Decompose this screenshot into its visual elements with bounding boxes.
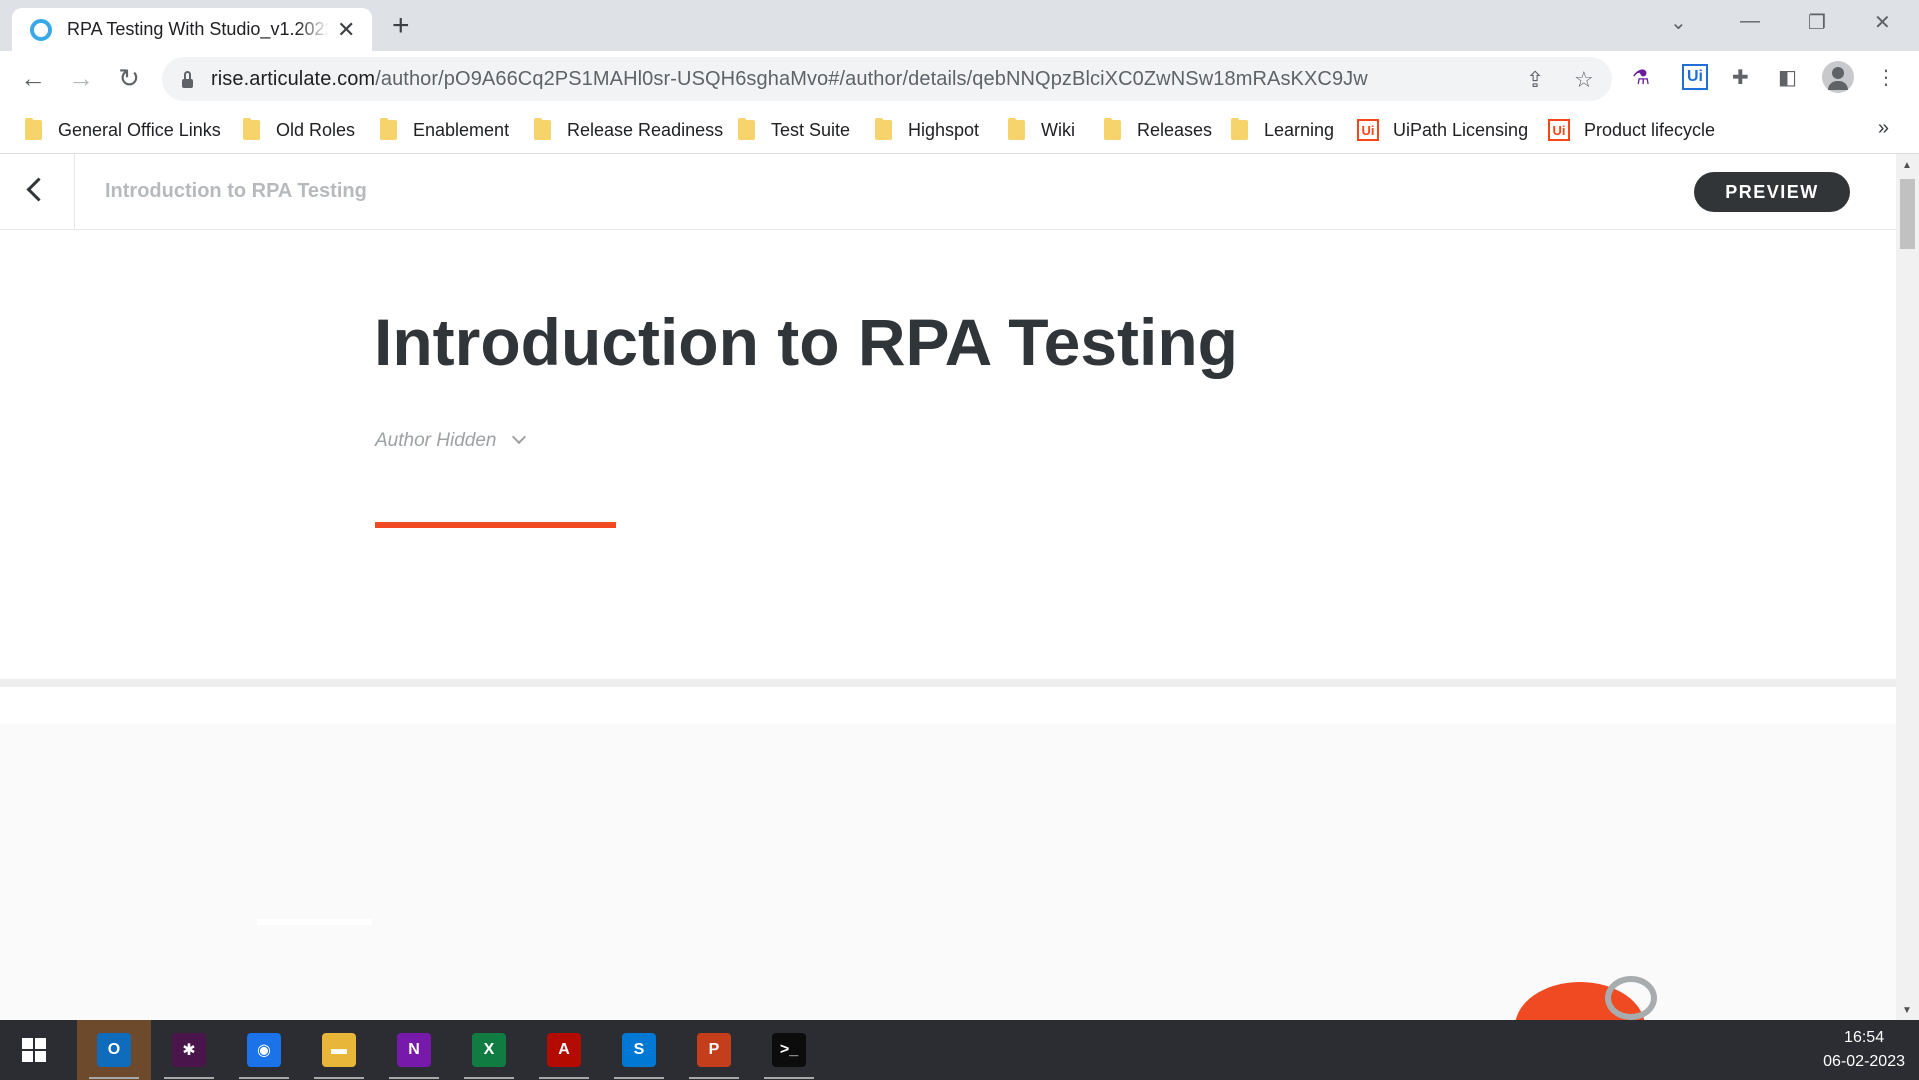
share-icon[interactable]: ⇪ [1526, 67, 1544, 93]
reload-button[interactable]: ↻ [112, 62, 146, 94]
illustration-ring [1605, 976, 1657, 1020]
taskbar-app-slack[interactable]: ✱ [152, 1020, 226, 1080]
bookmark-highspot[interactable]: Highspot [875, 107, 979, 153]
bookmark-old-roles[interactable]: Old Roles [243, 107, 355, 153]
chrome-icon: ◉ [247, 1033, 281, 1067]
chevron-down-icon [512, 429, 527, 445]
bookmark-release-readiness[interactable]: Release Readiness [534, 107, 723, 153]
bookmark-test-suite[interactable]: Test Suite [738, 107, 850, 153]
system-clock[interactable]: 16:54 06-02-2023 [1823, 1026, 1905, 1074]
taskbar-app-excel[interactable]: X [452, 1020, 526, 1080]
minimize-button[interactable]: — [1740, 10, 1760, 33]
rise-author-page: Introduction to RPA Testing PREVIEW Intr… [0, 154, 1896, 1020]
author-label: Author Hidden [375, 430, 497, 451]
scroll-thumb[interactable] [1900, 179, 1915, 249]
powerpoint-icon: P [697, 1033, 731, 1067]
browser-tab-strip: RPA Testing With Studio_v1.2022.1 ✕ + ⌄ … [0, 0, 1919, 51]
terminal-icon: >_ [772, 1033, 806, 1067]
bookmark-general-office-links[interactable]: General Office Links [25, 107, 221, 153]
forward-button[interactable]: → [64, 62, 98, 94]
uipath-icon: Ui [1357, 119, 1379, 141]
browser-menu-icon[interactable]: ⋮ [1876, 62, 1896, 92]
bookmark-star-icon[interactable]: ☆ [1574, 67, 1594, 93]
uipath-extension-icon[interactable]: Ui [1682, 62, 1708, 92]
folder-icon [738, 118, 755, 140]
taskbar-app-terminal[interactable]: >_ [752, 1020, 826, 1080]
chevron-left-icon [26, 177, 51, 202]
acrobat-icon: A [547, 1033, 581, 1067]
skype-icon: S [622, 1033, 656, 1067]
author-dropdown[interactable]: Author Hidden [375, 429, 527, 452]
uipath-icon: Ui [1548, 119, 1570, 141]
browser-tab[interactable]: RPA Testing With Studio_v1.2022.1 ✕ [12, 8, 372, 51]
extensions-puzzle-icon[interactable]: ✚ [1732, 62, 1749, 92]
block-decoration-line [257, 919, 372, 925]
side-panel-icon[interactable]: ◧ [1778, 62, 1797, 92]
folder-icon [875, 118, 892, 140]
bookmark-product-lifecycle[interactable]: Ui Product lifecycle [1548, 107, 1715, 153]
browser-toolbar: ← → ↻ rise.articulate.com/author/pO9A66C… [0, 51, 1919, 107]
bookmark-learning[interactable]: Learning [1231, 107, 1334, 153]
tab-search-chevron-icon[interactable]: ⌄ [1670, 10, 1687, 35]
windows-taskbar: O ✱ ◉ ▬ N X A S P >_ 16:54 06-02-2023 [0, 1020, 1919, 1080]
section-divider [0, 679, 1896, 687]
content-block [0, 724, 1896, 1020]
taskbar-app-chrome[interactable]: ◉ [227, 1020, 301, 1080]
folder-icon [380, 118, 397, 140]
close-tab-icon[interactable]: ✕ [337, 17, 355, 43]
folder-icon [25, 118, 42, 140]
back-to-outline-button[interactable] [0, 154, 75, 229]
folder-icon [534, 118, 551, 140]
outlook-icon: O [97, 1033, 131, 1067]
taskbar-app-acrobat[interactable]: A [527, 1020, 601, 1080]
close-window-button[interactable]: ✕ [1874, 10, 1891, 35]
taskbar-app-skype[interactable]: S [602, 1020, 676, 1080]
title-accent-bar [375, 522, 616, 528]
bookmark-uipath-licensing[interactable]: Ui UiPath Licensing [1357, 107, 1528, 153]
taskbar-app-outlook[interactable]: O [77, 1020, 151, 1080]
folder-icon [1104, 118, 1121, 140]
rise-favicon-icon [30, 18, 52, 41]
bookmark-enablement[interactable]: Enablement [380, 107, 509, 153]
bookmark-wiki[interactable]: Wiki [1008, 107, 1075, 153]
address-bar[interactable]: rise.articulate.com/author/pO9A66Cq2PS1M… [162, 57, 1612, 101]
taskbar-app-onenote[interactable]: N [377, 1020, 451, 1080]
scroll-down-arrow-icon[interactable]: ▼ [1902, 1005, 1912, 1016]
clock-time: 16:54 [1844, 1029, 1885, 1046]
windows-start-button[interactable] [22, 1038, 46, 1062]
excel-icon: X [472, 1033, 506, 1067]
lock-icon[interactable] [182, 70, 193, 88]
rise-header: Introduction to RPA Testing PREVIEW [0, 154, 1896, 230]
url-text[interactable]: rise.articulate.com/author/pO9A66Cq2PS1M… [211, 68, 1368, 91]
labs-flask-icon[interactable]: ⚗ [1632, 62, 1650, 92]
onenote-icon: N [397, 1033, 431, 1067]
new-tab-button[interactable]: + [392, 11, 410, 41]
header-course-name: Introduction to RPA Testing [105, 180, 367, 202]
file-explorer-icon: ▬ [322, 1033, 356, 1067]
tab-title: RPA Testing With Studio_v1.2022.1 [67, 19, 329, 39]
back-button[interactable]: ← [16, 62, 50, 94]
profile-avatar[interactable] [1822, 61, 1854, 93]
clock-date: 06-02-2023 [1823, 1053, 1905, 1070]
bookmarks-overflow-button[interactable]: » [1878, 117, 1889, 140]
folder-icon [1231, 118, 1248, 140]
lesson-title[interactable]: Introduction to RPA Testing [374, 304, 1238, 380]
bookmarks-bar: General Office Links Old Roles Enablemen… [0, 107, 1919, 154]
bookmark-releases[interactable]: Releases [1104, 107, 1212, 153]
slack-icon: ✱ [172, 1033, 206, 1067]
taskbar-app-powerpoint[interactable]: P [677, 1020, 751, 1080]
page-scrollbar[interactable]: ▲ ▼ [1896, 154, 1919, 1020]
scroll-up-arrow-icon[interactable]: ▲ [1902, 160, 1912, 171]
restore-button[interactable]: ❐ [1808, 10, 1826, 35]
folder-icon [1008, 118, 1025, 140]
preview-button[interactable]: PREVIEW [1694, 172, 1850, 212]
taskbar-app-file-explorer[interactable]: ▬ [302, 1020, 376, 1080]
folder-icon [243, 118, 260, 140]
